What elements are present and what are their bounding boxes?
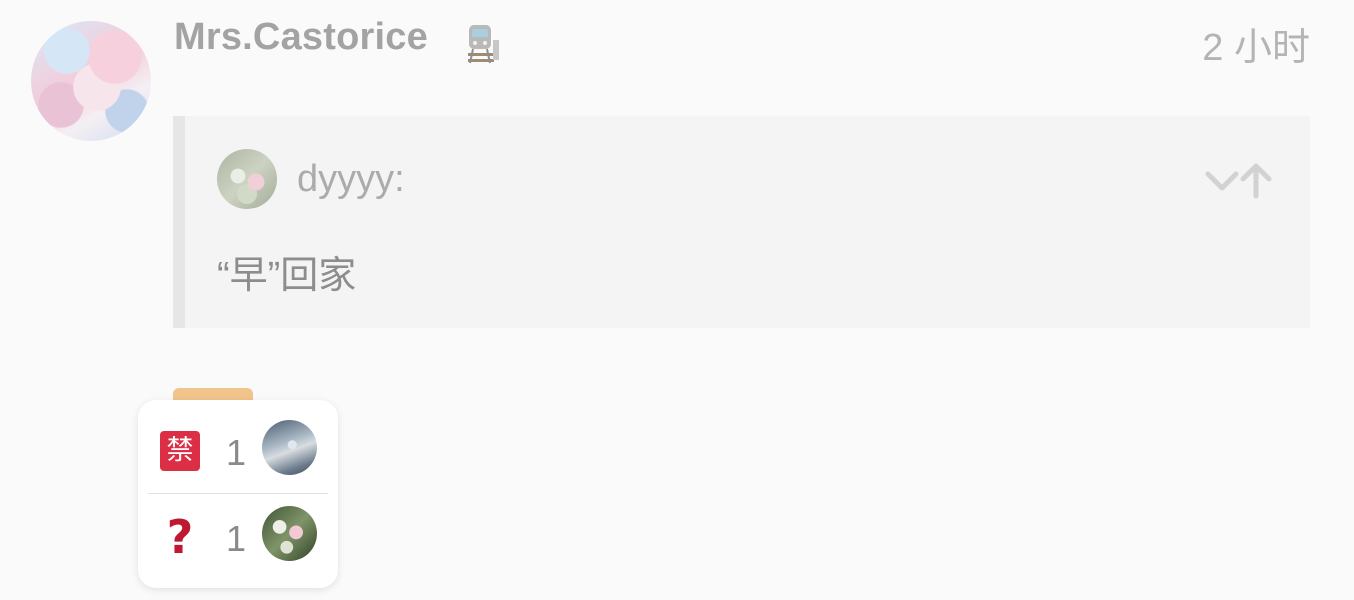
arrow-up-icon[interactable] bbox=[1236, 160, 1276, 200]
question-mark-emoji: ? bbox=[166, 510, 194, 564]
reaction-count: 1 bbox=[226, 432, 247, 473]
post: Mrs.Castorice 2 小时 dyyyy: “早”回家 禁 1 ? 1 bbox=[0, 0, 1354, 600]
post-timestamp[interactable]: 2 小时 bbox=[1202, 16, 1310, 71]
author-username[interactable]: Mrs.Castorice bbox=[174, 16, 428, 59]
train-icon bbox=[468, 25, 499, 64]
reactor-avatar[interactable] bbox=[262, 420, 317, 475]
reaction-row[interactable]: ? 1 bbox=[138, 494, 338, 580]
quote-block: dyyyy: “早”回家 bbox=[173, 116, 1310, 328]
reaction-count: 1 bbox=[226, 518, 247, 559]
reactor-avatar[interactable] bbox=[262, 506, 317, 561]
quoted-username: dyyyy: bbox=[297, 158, 405, 200]
reaction-row[interactable]: 禁 1 bbox=[138, 408, 338, 494]
quoted-user-avatar[interactable] bbox=[217, 149, 277, 209]
prohibited-emoji: 禁 bbox=[160, 431, 200, 471]
author-avatar[interactable] bbox=[31, 21, 151, 141]
quote-text: “早”回家 bbox=[217, 255, 357, 297]
reaction-list-popup: 禁 1 ? 1 bbox=[138, 400, 338, 588]
